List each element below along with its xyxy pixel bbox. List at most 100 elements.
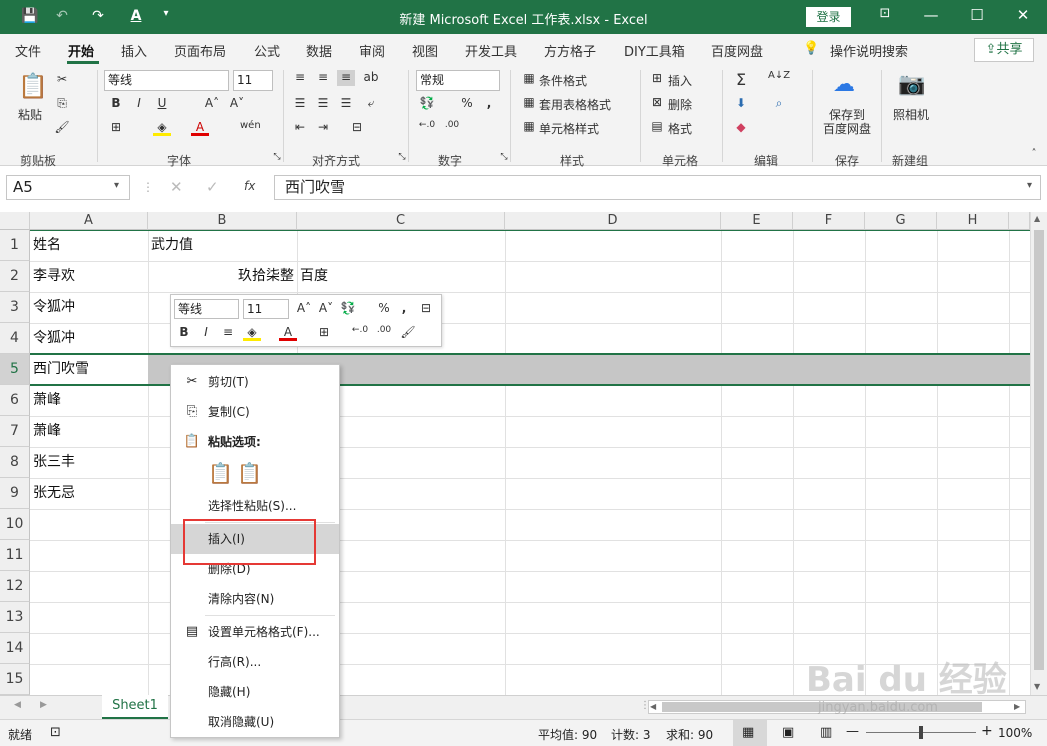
menu-hide[interactable]: 隐藏(H) — [171, 677, 339, 707]
collapse-ribbon-icon[interactable]: ˄ — [1025, 148, 1043, 164]
cut-icon[interactable]: ✂ — [53, 72, 71, 88]
mini-increase-font-icon[interactable]: A˄ — [295, 301, 313, 317]
align-bottom-icon[interactable]: ≡ — [337, 70, 355, 86]
row-header-6[interactable]: 6 — [0, 385, 30, 416]
mini-font-name-combo[interactable]: 等线 — [174, 299, 239, 319]
mini-align-icon[interactable]: ≡ — [219, 325, 237, 341]
align-top-icon[interactable]: ≡ — [291, 70, 309, 86]
sheet-next-icon[interactable]: ▶ — [40, 700, 47, 710]
col-header-c[interactable]: C — [297, 212, 505, 230]
format-painter-icon[interactable]: 🖌 — [53, 120, 71, 136]
align-center-icon[interactable]: ☰ — [314, 96, 332, 112]
align-middle-icon[interactable]: ≡ — [314, 70, 332, 86]
increase-decimal-icon[interactable]: ←.0 — [418, 120, 436, 136]
cell-c2[interactable]: 百度 — [297, 261, 328, 292]
page-break-view-icon[interactable]: ▥ — [820, 725, 832, 740]
row-header-5[interactable]: 5 — [0, 354, 30, 385]
insert-function-icon[interactable]: fx — [244, 179, 255, 193]
underline-icon[interactable]: U — [153, 96, 171, 112]
font-name-combo[interactable]: 等线 — [104, 70, 229, 91]
fill-icon[interactable]: ⬇ — [732, 96, 750, 112]
tab-developer[interactable]: 开发工具 — [465, 41, 517, 60]
tab-ffgz[interactable]: 方方格子 — [544, 41, 596, 60]
tab-formulas[interactable]: 公式 — [254, 41, 280, 60]
mini-merge-icon[interactable]: ⊟ — [417, 301, 435, 317]
name-box[interactable]: A5 — [6, 175, 130, 200]
increase-font-icon[interactable]: A˄ — [203, 96, 221, 112]
cancel-icon[interactable]: ✕ — [170, 178, 183, 196]
mini-decrease-decimal-icon[interactable]: .00 — [375, 325, 393, 341]
cell-a2[interactable]: 李寻欢 — [30, 261, 75, 292]
cell-a9[interactable]: 张无忌 — [30, 478, 75, 509]
percent-icon[interactable]: % — [458, 96, 476, 112]
mini-accounting-icon[interactable]: 💱 — [339, 301, 357, 317]
clear-icon[interactable]: ◆ — [732, 120, 750, 136]
scroll-right-icon[interactable]: ▶ — [1014, 702, 1020, 711]
row-header-15[interactable]: 15 — [0, 664, 30, 695]
zoom-level[interactable]: 100% — [998, 726, 1032, 740]
zoom-slider-thumb[interactable] — [919, 726, 923, 739]
row-header-14[interactable]: 14 — [0, 633, 30, 664]
tab-baidu-disk[interactable]: 百度网盘 — [711, 41, 763, 60]
menu-row-height[interactable]: 行高(R)... — [171, 647, 339, 677]
mini-font-size-combo[interactable]: 11 — [243, 299, 289, 319]
col-header-g[interactable]: G — [865, 212, 937, 230]
row-header-9[interactable]: 9 — [0, 478, 30, 509]
ribbon-display-icon[interactable]: ⊡ — [870, 6, 900, 21]
normal-view-icon[interactable]: ▦ — [742, 725, 754, 740]
tab-view[interactable]: 视图 — [412, 41, 438, 60]
minimize-icon[interactable]: — — [916, 6, 946, 24]
name-box-dropdown-icon[interactable]: ▾ — [114, 180, 119, 191]
mini-increase-decimal-icon[interactable]: ←.0 — [351, 325, 369, 341]
decrease-font-icon[interactable]: A˅ — [228, 96, 246, 112]
expand-formula-icon[interactable]: ▾ — [1027, 180, 1032, 191]
maximize-icon[interactable]: ☐ — [962, 6, 992, 24]
baidu-disk-label[interactable]: 百度网盘 — [823, 120, 871, 137]
mini-bold-icon[interactable]: B — [175, 325, 193, 341]
tell-me-search[interactable]: 操作说明搜索 — [830, 41, 908, 60]
mini-italic-icon[interactable]: I — [197, 325, 215, 341]
row-header-11[interactable]: 11 — [0, 540, 30, 571]
bold-icon[interactable]: B — [107, 96, 125, 112]
sheet-prev-icon[interactable]: ◀ — [14, 700, 21, 710]
sheet-tab-sheet1[interactable]: Sheet1 — [102, 695, 168, 719]
comma-style-icon[interactable]: , — [480, 96, 498, 112]
cell-b2[interactable]: 玖拾柒整 — [148, 261, 297, 292]
page-layout-view-icon[interactable]: ▣ — [782, 725, 794, 740]
tab-file[interactable]: 文件 — [15, 41, 41, 60]
enter-icon[interactable]: ✓ — [206, 178, 219, 196]
zoom-out-icon[interactable]: — — [846, 724, 859, 739]
conditional-format-button[interactable]: 条件格式 — [539, 72, 587, 89]
baidu-disk-icon[interactable]: ☁ — [833, 72, 855, 97]
camera-icon[interactable]: 📷 — [898, 72, 925, 97]
paste-values-icon[interactable]: 📋 — [237, 461, 262, 485]
accounting-format-icon[interactable]: 💱 — [418, 96, 436, 112]
scroll-thumb[interactable] — [1034, 230, 1044, 670]
cell-a8[interactable]: 张三丰 — [30, 447, 75, 478]
align-right-icon[interactable]: ☰ — [337, 96, 355, 112]
paste-icon[interactable]: 📋 — [18, 72, 48, 100]
tab-home[interactable]: 开始 — [68, 41, 94, 60]
cell-a3[interactable]: 令狐冲 — [30, 292, 75, 323]
zoom-in-icon[interactable]: + — [981, 723, 993, 739]
insert-cells-button[interactable]: 插入 — [668, 72, 692, 89]
mini-fill-color-icon[interactable]: ◈ — [243, 325, 261, 341]
number-format-combo[interactable]: 常规 — [416, 70, 500, 91]
formula-input[interactable]: 西门吹雪 — [274, 175, 1041, 200]
cell-a4[interactable]: 令狐冲 — [30, 323, 75, 354]
copy-icon[interactable]: ⎘ — [53, 96, 71, 112]
cell-style-button[interactable]: 单元格样式 — [539, 120, 599, 137]
font-color-icon[interactable]: A — [191, 120, 209, 136]
find-select-icon[interactable]: ⌕ — [770, 96, 788, 112]
cell-a5[interactable]: 西门吹雪 — [30, 354, 89, 385]
mini-border-icon[interactable]: ⊞ — [315, 325, 333, 341]
row-header-13[interactable]: 13 — [0, 602, 30, 633]
col-header-b[interactable]: B — [148, 212, 297, 230]
autosum-icon[interactable]: Σ — [732, 70, 750, 89]
col-header-e[interactable]: E — [721, 212, 793, 230]
cell-a1[interactable]: 姓名 — [30, 230, 61, 261]
increase-indent-icon[interactable]: ⇥ — [314, 120, 332, 136]
mini-percent-icon[interactable]: % — [375, 301, 393, 317]
row-header-10[interactable]: 10 — [0, 509, 30, 540]
menu-unhide[interactable]: 取消隐藏(U) — [171, 707, 339, 737]
